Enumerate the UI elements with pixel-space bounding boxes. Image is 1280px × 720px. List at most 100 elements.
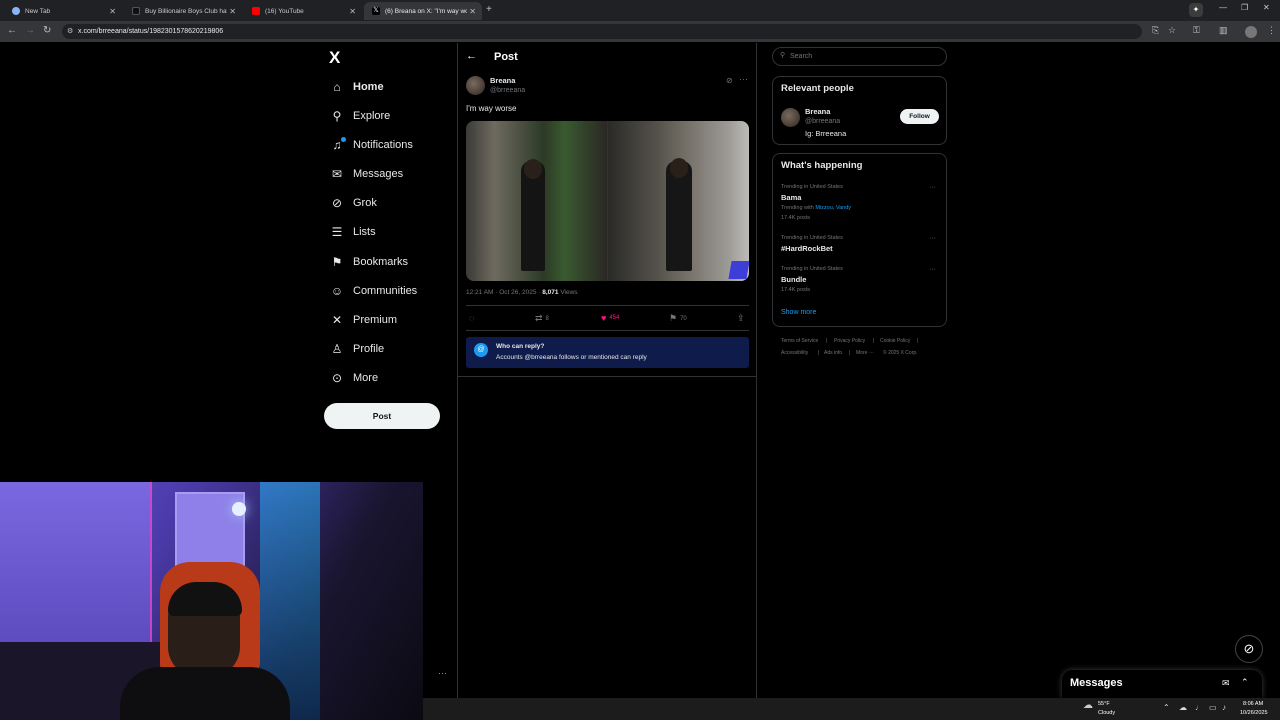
nav-item-lists[interactable]: ☰ Lists xyxy=(329,220,376,244)
browser-tab[interactable]: (16) YouTube ✕ xyxy=(244,2,362,20)
footer-link[interactable]: More ··· xyxy=(856,350,874,356)
head-silhouette xyxy=(524,159,542,179)
nav-item-notifications[interactable]: ♫ Notifications xyxy=(329,133,413,157)
nav-item-premium[interactable]: ✕ Premium xyxy=(329,308,397,332)
close-icon[interactable]: ✕ xyxy=(469,7,476,16)
timestamp[interactable]: 12:21 AM · Oct 26, 2025 · xyxy=(466,289,542,296)
close-window-icon[interactable]: ✕ xyxy=(1263,3,1270,12)
clock-date[interactable]: 10/26/2025 xyxy=(1240,710,1268,716)
site-info-icon[interactable]: ⚙ xyxy=(67,27,73,35)
more-dots-icon[interactable]: ··· xyxy=(929,184,936,191)
author-name[interactable]: Breana xyxy=(490,76,515,85)
more-dots-icon[interactable]: ··· xyxy=(438,668,447,678)
nav-item-more[interactable]: ⊙ More xyxy=(329,366,378,390)
close-icon[interactable]: ✕ xyxy=(229,7,236,16)
footer-link[interactable]: Accessibility xyxy=(781,350,808,356)
back-arrow-icon[interactable]: ← xyxy=(466,50,477,62)
tray-chevron-icon[interactable]: ⌃ xyxy=(1163,703,1170,712)
nav-item-home[interactable]: ⌂ Home xyxy=(329,75,383,99)
more-dots-icon[interactable]: ··· xyxy=(929,235,936,242)
reply-button[interactable]: ◌ xyxy=(469,313,474,323)
footer-link[interactable]: Ads info xyxy=(824,350,842,356)
reload-icon[interactable]: ↻ xyxy=(43,25,51,36)
trend-posts: 17.4K posts xyxy=(781,215,811,221)
minimize-icon[interactable]: — xyxy=(1219,3,1227,12)
author-handle[interactable]: @brreeana xyxy=(490,87,525,94)
browser-tab-active[interactable]: 𝕏 (6) Breana on X: "I'm way worse" ✕ xyxy=(364,2,482,20)
display-icon[interactable]: ▭ xyxy=(1209,703,1217,712)
url-field[interactable]: x.com/brreeana/status/198230157862021980… xyxy=(62,24,1142,39)
follow-button[interactable]: Follow xyxy=(900,109,939,124)
profile-avatar-icon[interactable] xyxy=(1245,26,1257,38)
post-media[interactable] xyxy=(466,121,749,281)
like-button[interactable]: ♥ 454 xyxy=(601,313,619,323)
avatar[interactable] xyxy=(466,76,485,95)
onedrive-icon[interactable]: ☁ xyxy=(1179,703,1187,712)
gemini-icon[interactable]: ✦ xyxy=(1189,3,1203,17)
browser-tab[interactable]: New Tab ✕ xyxy=(4,2,122,20)
person-name[interactable]: Breana xyxy=(805,107,830,116)
nav-label: Notifications xyxy=(353,139,413,151)
trend-with: Trending with Mizzou, Vandy xyxy=(781,205,852,211)
reply-icon: ◌ xyxy=(469,313,475,323)
nav-label: Explore xyxy=(353,110,391,122)
people-icon: ☺ xyxy=(330,284,344,298)
avatar[interactable] xyxy=(781,108,800,127)
forward-icon[interactable]: → xyxy=(25,25,35,36)
new-tab-plus-icon[interactable]: + xyxy=(486,4,492,15)
grok-explain-icon[interactable]: ⊘ xyxy=(726,76,733,85)
post-photo[interactable] xyxy=(466,121,607,281)
back-icon[interactable]: ← xyxy=(7,25,17,36)
like-count: 454 xyxy=(609,315,620,321)
more-dots-icon[interactable]: ··· xyxy=(929,266,936,273)
search-input[interactable]: Search xyxy=(772,47,947,66)
person-bio: Ig: Brreeana xyxy=(805,129,847,138)
repost-button[interactable]: ⇄ 8 xyxy=(535,313,549,324)
nav-item-bookmarks[interactable]: ⚑ Bookmarks xyxy=(329,250,408,274)
share-button[interactable]: ⇪ xyxy=(737,313,745,324)
weather-condition[interactable]: Cloudy xyxy=(1098,710,1115,716)
star-icon[interactable]: ☆ xyxy=(1168,25,1176,36)
x-logo-icon[interactable]: X xyxy=(329,48,340,68)
trend-name: #HardRockBet xyxy=(781,244,833,253)
grok-float-icon[interactable]: ⊘ xyxy=(1235,635,1263,663)
footer-copyright: © 2025 X Corp. xyxy=(883,350,918,356)
column-divider xyxy=(457,43,458,698)
nav-item-profile[interactable]: ♙ Profile xyxy=(329,337,385,361)
restore-icon[interactable]: ❐ xyxy=(1241,3,1248,12)
person-handle[interactable]: @brreeana xyxy=(805,118,840,125)
nav-item-communities[interactable]: ☺ Communities xyxy=(329,279,417,303)
mic-icon[interactable]: ♩ xyxy=(1195,703,1203,712)
nav-item-grok[interactable]: ⊘ Grok xyxy=(329,191,377,215)
close-icon[interactable]: ✕ xyxy=(109,7,116,16)
nav-item-messages[interactable]: ✉ Messages xyxy=(329,162,403,186)
menu-kebab-icon[interactable]: ⋮ xyxy=(1267,25,1276,36)
messages-drawer-title[interactable]: Messages xyxy=(1070,677,1123,689)
show-more-link[interactable]: Show more xyxy=(781,309,816,316)
clock-time[interactable]: 8:06 AM xyxy=(1243,701,1263,707)
more-dots-icon[interactable]: ··· xyxy=(739,74,748,84)
install-icon[interactable]: ⎘ xyxy=(1152,25,1159,36)
home-icon: ⌂ xyxy=(333,80,341,94)
footer-separator: | xyxy=(826,338,828,344)
repost-icon: ⇄ xyxy=(535,313,543,323)
new-message-icon[interactable]: ✉ xyxy=(1222,678,1230,689)
post-button[interactable]: Post xyxy=(324,403,440,429)
chevron-up-icon[interactable]: ⌃ xyxy=(1241,677,1249,688)
close-icon[interactable]: ✕ xyxy=(349,7,356,16)
footer-link[interactable]: Privacy Policy xyxy=(834,338,865,344)
extensions-icon[interactable]: ⚿ xyxy=(1193,25,1200,36)
weather-temp[interactable]: 55°F xyxy=(1098,701,1110,707)
footer-link[interactable]: Cookie Policy xyxy=(880,338,910,344)
person-body xyxy=(120,667,290,720)
volume-icon[interactable]: ♪ xyxy=(1222,703,1226,712)
post-photo[interactable] xyxy=(608,121,749,281)
divider xyxy=(458,376,756,377)
sidepanel-icon[interactable]: ▥ xyxy=(1219,25,1228,36)
bookmark-count: 70 xyxy=(680,315,687,322)
trend-with-links[interactable]: Mizzou, Vandy xyxy=(815,205,851,211)
nav-item-explore[interactable]: ⚲ Explore xyxy=(329,104,391,128)
browser-tab[interactable]: Buy Billionaire Boys Club hats ✕ xyxy=(124,2,242,20)
bookmark-button[interactable]: ⚑ 70 xyxy=(669,313,687,324)
footer-link[interactable]: Terms of Service xyxy=(781,338,818,344)
